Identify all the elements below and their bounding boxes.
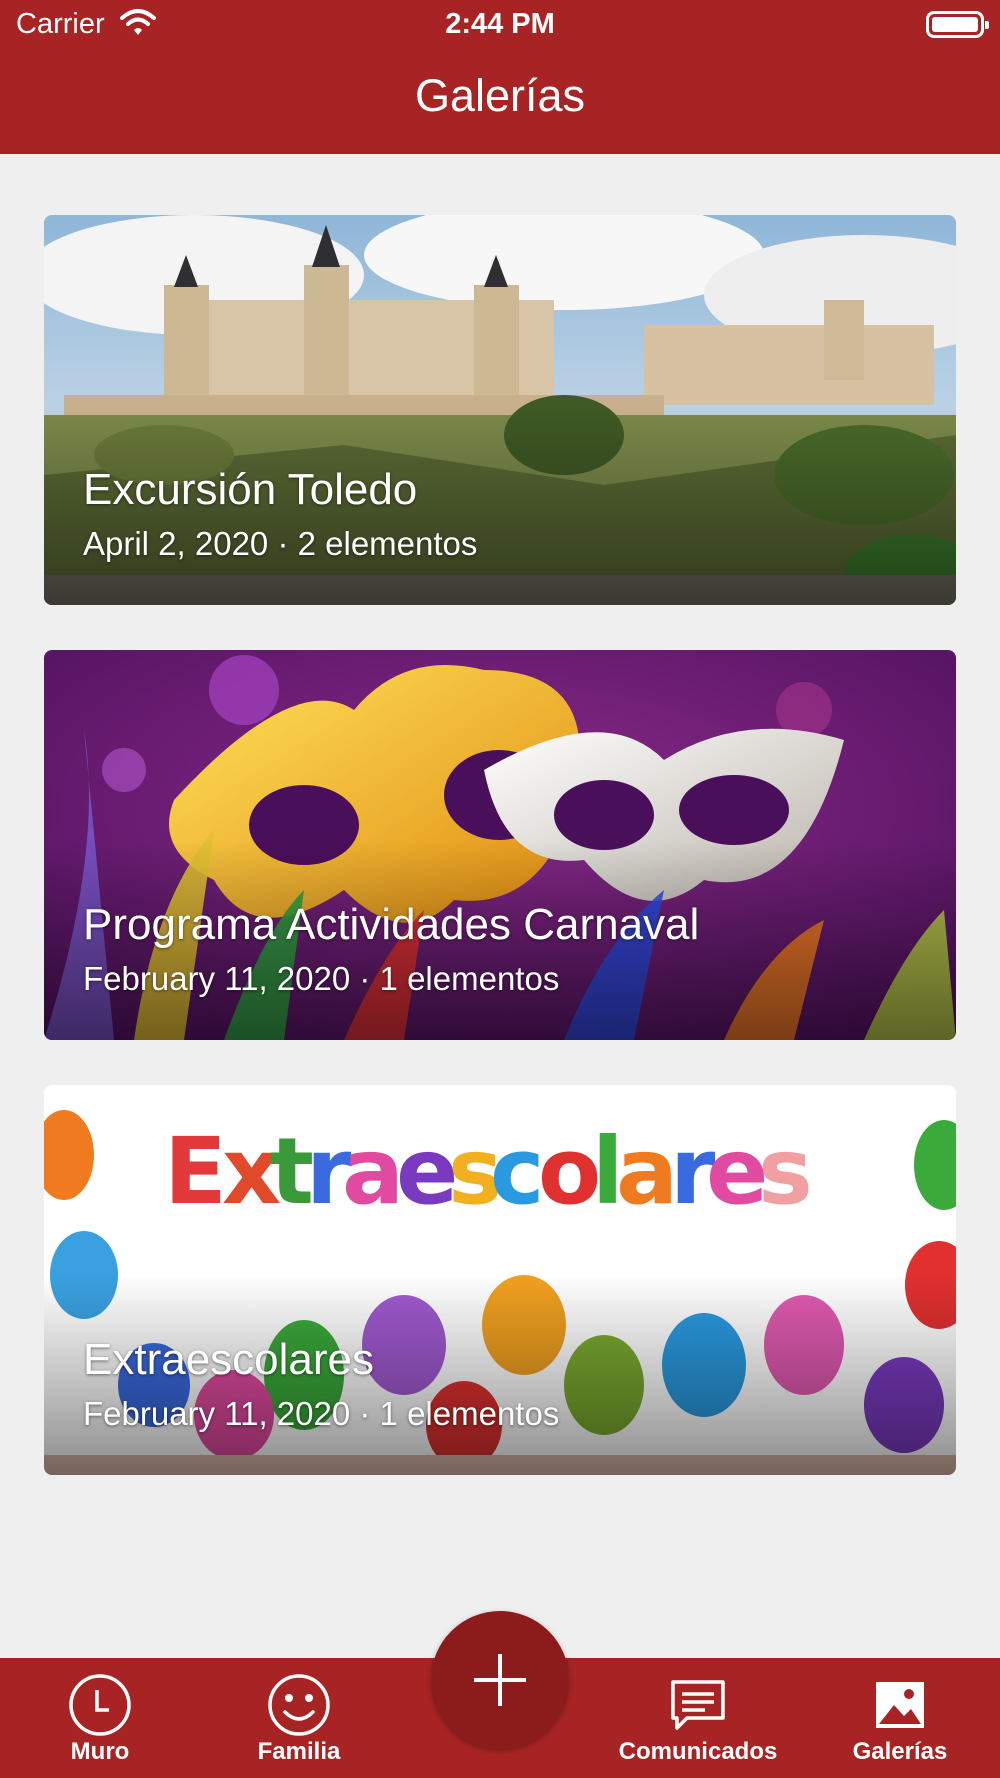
gallery-card-extraescolares[interactable]: E x t r a e s c o l a r e s Extraescolar… bbox=[44, 1085, 956, 1475]
smiley-icon bbox=[266, 1672, 332, 1743]
gallery-meta: February 11, 2020 · 1 elementos bbox=[83, 1395, 560, 1432]
navigation-bar: Galerías bbox=[0, 50, 1000, 154]
tab-label: Muro bbox=[70, 1738, 130, 1765]
clock-icon bbox=[67, 1672, 133, 1743]
tab-muro[interactable]: Muro bbox=[0, 1658, 200, 1778]
tab-comunicados[interactable]: Comunicados bbox=[598, 1658, 798, 1778]
gallery-title: Extraescolares bbox=[83, 1335, 375, 1384]
svg-text:c: c bbox=[490, 1118, 545, 1225]
gallery-title: Excursión Toledo bbox=[83, 465, 418, 514]
tab-galerias[interactable]: Galerías bbox=[800, 1658, 1000, 1778]
chat-icon bbox=[665, 1672, 731, 1743]
clock-time: 2:44 PM bbox=[445, 8, 555, 40]
status-bar: Carrier 2:44 PM bbox=[0, 0, 1000, 50]
svg-text:E: E bbox=[164, 1118, 227, 1225]
add-button[interactable] bbox=[431, 1611, 569, 1749]
tab-label: Familia bbox=[257, 1738, 341, 1765]
gallery-title: Programa Actividades Carnaval bbox=[83, 900, 700, 949]
svg-text:s: s bbox=[758, 1118, 813, 1225]
gallery-meta: February 11, 2020 · 1 elementos bbox=[83, 960, 560, 997]
tab-label: Comunicados bbox=[618, 1738, 778, 1765]
svg-text:a: a bbox=[342, 1118, 404, 1225]
gallery-meta: April 2, 2020 · 2 elementos bbox=[83, 525, 478, 562]
battery-icon bbox=[926, 11, 989, 38]
svg-text:a: a bbox=[616, 1118, 678, 1225]
page-title: Galerías bbox=[414, 70, 586, 121]
tab-label: Galerías bbox=[852, 1738, 948, 1765]
image-icon bbox=[867, 1672, 933, 1743]
tab-familia[interactable]: Familia bbox=[199, 1658, 399, 1778]
gallery-card-carnaval[interactable]: Programa Actividades Carnaval February 1… bbox=[44, 650, 956, 1040]
plus-icon bbox=[474, 1654, 526, 1706]
gallery-card-toledo[interactable]: Excursión Toledo April 2, 2020 · 2 eleme… bbox=[44, 215, 956, 605]
